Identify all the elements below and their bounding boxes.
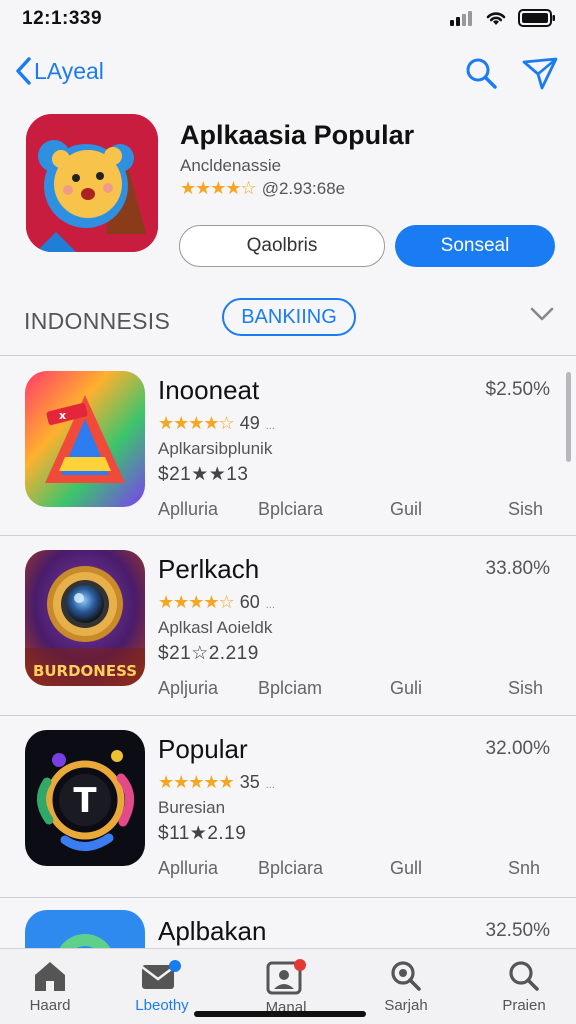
meta-1: Aplluria <box>158 499 219 519</box>
tab-profile[interactable]: Manal <box>238 959 334 1016</box>
list-item[interactable]: Aplbakan 32.50% <box>0 898 576 948</box>
svg-text:x: x <box>59 409 66 422</box>
app-code: $21★★13 <box>158 464 249 485</box>
rating-stars: ★★★★★ <box>158 772 235 792</box>
meta-1: Aplluria <box>158 858 219 878</box>
meta-3: Guil <box>390 499 423 519</box>
profile-icon <box>266 959 306 995</box>
app-rating: ★★★★☆ 60 ... <box>158 592 275 613</box>
camera-gear-icon: BURDONESS <box>25 550 145 686</box>
colorful-app-icon: x <box>25 371 145 507</box>
rating-stars: ★★★★☆ <box>158 413 235 433</box>
app-name: Aplbakan <box>158 916 267 946</box>
region-label[interactable]: INDONNESIS <box>24 308 170 335</box>
tab-home[interactable]: Haard <box>2 959 98 1014</box>
meta-3: Gull <box>390 858 423 878</box>
svg-text:T: T <box>73 781 97 821</box>
chevron-down-icon <box>530 307 554 321</box>
app-subtitle: Buresian <box>158 798 226 817</box>
app-icon <box>25 910 145 948</box>
icon-text: BURDONESS <box>33 662 137 680</box>
featured-app-icon[interactable] <box>26 114 158 252</box>
rating-stars: ★★★★☆ <box>158 592 235 612</box>
app-code: $21☆2.219 <box>158 643 259 664</box>
rating-count: 35 <box>239 772 260 792</box>
featured-app: Aplkaasia Popular Ancldenassie ★★★★☆ @2.… <box>0 108 576 284</box>
rating-dots: ... <box>265 420 275 432</box>
search-button[interactable] <box>462 54 500 97</box>
rating-stars: ★★★★☆ <box>180 178 257 198</box>
app-icon: T <box>25 730 145 866</box>
search-icon <box>509 961 539 991</box>
tab-label: Praien <box>502 997 546 1014</box>
scrollbar[interactable] <box>566 372 571 462</box>
app-percentage: $2.50% <box>485 379 550 400</box>
app-name: Inooneat <box>158 375 260 405</box>
meta-2: Bplciara <box>258 858 324 878</box>
app-icon: BURDONESS <box>25 550 145 686</box>
send-icon <box>522 57 558 90</box>
secondary-button[interactable]: Qaolbris <box>179 225 385 267</box>
search-icon <box>391 961 421 991</box>
app-subtitle: Aplkasl Aoieldk <box>158 618 273 637</box>
meta-2: Bplciara <box>258 499 324 519</box>
tab-label: Haard <box>29 997 71 1014</box>
meta-4: Snh <box>508 858 541 878</box>
featured-app-title: Aplkaasia Popular <box>180 120 415 150</box>
rating-dots: ... <box>265 779 275 791</box>
meta-2: Bplciam <box>258 678 323 698</box>
mail-icon <box>141 960 181 989</box>
app-name: Perlkach <box>158 554 260 584</box>
list-item[interactable]: BURDONESS Perlkach 33.80% ★★★★☆ 60 ... A… <box>0 536 576 714</box>
monster-mascot-icon <box>26 114 158 252</box>
share-button[interactable] <box>520 54 560 97</box>
home-indicator <box>194 1011 366 1017</box>
app-rating: ★★★★☆ 49 ... <box>158 413 275 434</box>
status-icons <box>450 9 556 27</box>
rating-count: 60 <box>239 592 260 612</box>
featured-app-subtitle: Ancldenassie <box>180 156 282 175</box>
list-item[interactable]: x Inooneat $2.50% ★★★★☆ 49 ... Aplkarsib… <box>0 357 576 535</box>
status-time: 12:1:339 <box>22 8 103 29</box>
rating-text: @2.93:68e <box>261 178 346 198</box>
meta-4: Sish <box>508 499 544 519</box>
divider <box>0 355 576 356</box>
chevron-left-icon <box>16 57 31 85</box>
back-button[interactable]: LAyeal <box>14 56 104 86</box>
meta-4: Sish <box>508 678 544 698</box>
battery-icon <box>518 9 555 27</box>
app-rating: ★★★★★ 35 ... <box>158 772 275 793</box>
tab-explore[interactable]: Praien <box>476 959 572 1014</box>
search-icon <box>466 58 497 89</box>
featured-app-rating: ★★★★☆ @2.93:68e <box>180 178 345 199</box>
app-percentage: 32.50% <box>485 920 550 941</box>
app-subtitle: Aplkarsibplunik <box>158 439 273 458</box>
status-bar: 12:1:339 <box>0 0 576 40</box>
tab-search[interactable]: Sarjah <box>358 959 454 1014</box>
wifi-icon <box>486 12 506 25</box>
tab-label: Sarjah <box>384 997 428 1014</box>
nav-bar: LAyeal <box>0 48 576 100</box>
back-label: LAyeal <box>34 57 104 84</box>
filter-row: INDONNESIS BANKIING <box>0 292 576 350</box>
tab-inbox[interactable]: Lbeothy <box>114 959 210 1014</box>
app-code: $11★2.19 <box>158 823 247 844</box>
blue-app-icon <box>25 910 145 948</box>
rating-count: 49 <box>239 413 260 433</box>
meta-1: Apljuria <box>158 678 219 698</box>
signal-icon <box>450 11 472 26</box>
category-pill[interactable]: BANKIING <box>222 298 356 336</box>
app-percentage: 33.80% <box>485 558 550 579</box>
primary-button[interactable]: Sonseal <box>395 225 555 267</box>
letter-t-icon: T <box>25 730 145 866</box>
rating-dots: ... <box>265 599 275 611</box>
expand-button[interactable] <box>528 304 556 329</box>
list-item[interactable]: T Popular 32.00% ★★★★★ 35 ... Buresian $… <box>0 716 576 894</box>
app-icon: x <box>25 371 145 507</box>
meta-3: Guli <box>390 678 423 698</box>
home-icon <box>35 962 65 991</box>
app-percentage: 32.00% <box>485 738 550 759</box>
app-name: Popular <box>158 734 248 764</box>
